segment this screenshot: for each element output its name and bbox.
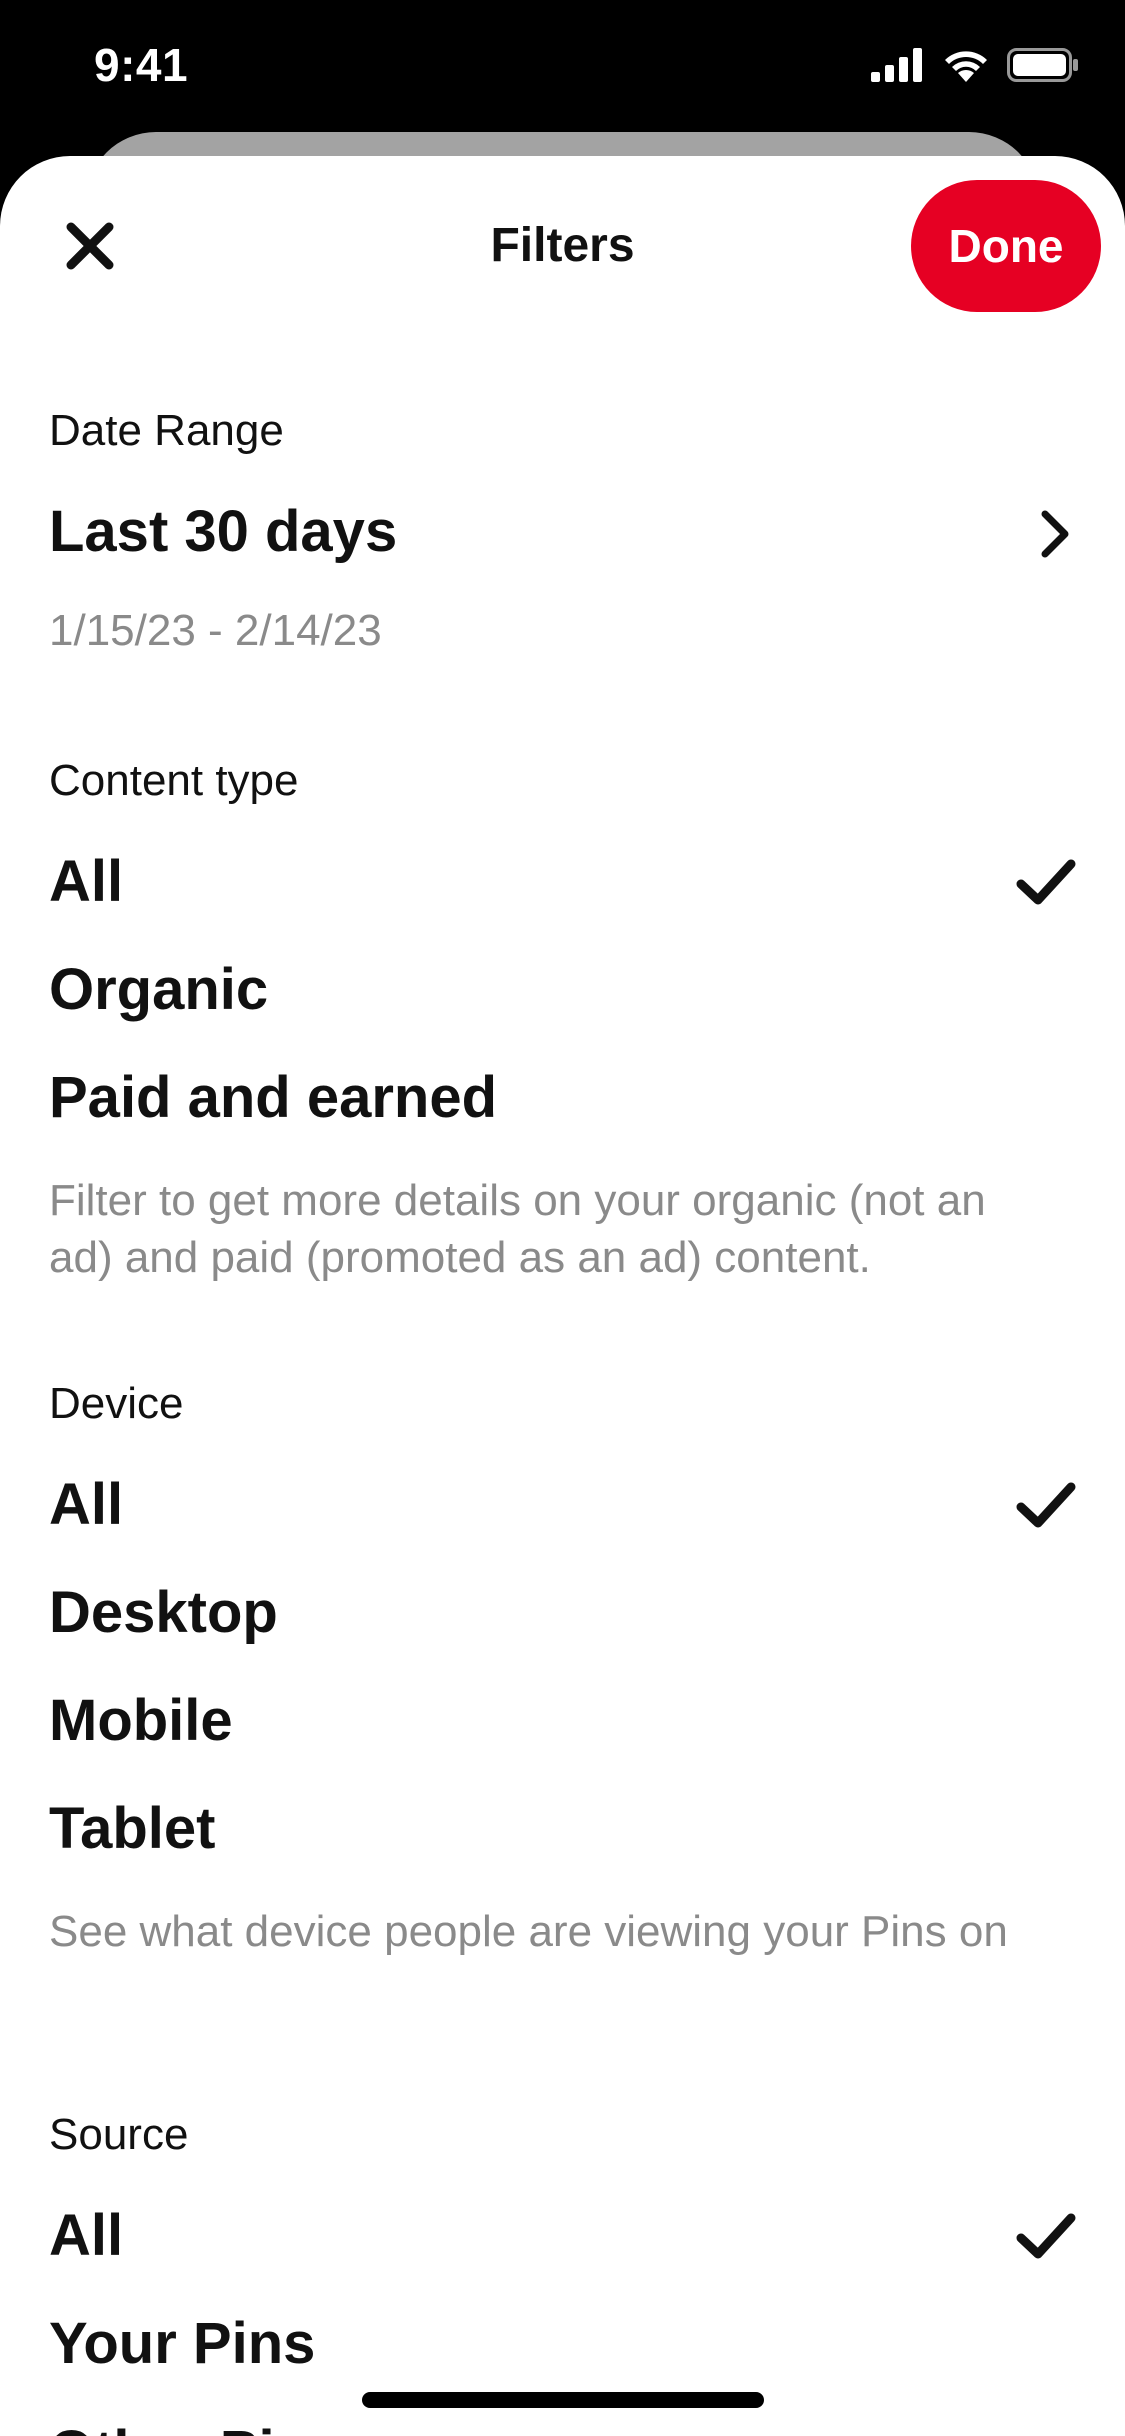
- option-label: All: [49, 849, 124, 914]
- content-type-option-all[interactable]: All: [0, 832, 1125, 932]
- device-option-tablet[interactable]: Tablet: [0, 1779, 1125, 1879]
- content-type-option-paid-and-earned[interactable]: Paid and earned: [0, 1048, 1125, 1148]
- date-range-label: Date Range: [49, 406, 284, 455]
- wifi-icon: [945, 51, 987, 82]
- chevron-right-icon: [1041, 510, 1069, 558]
- status-time: 9:41: [94, 39, 189, 91]
- option-label: Your Pins: [49, 2311, 316, 2376]
- date-range-selector[interactable]: Last 30 days: [0, 482, 1125, 582]
- checkmark-icon: [1016, 859, 1076, 905]
- source-option-your-pins[interactable]: Your Pins: [0, 2294, 1125, 2394]
- device-label: Device: [49, 1379, 184, 1428]
- done-button[interactable]: Done: [911, 180, 1101, 312]
- date-range-value: Last 30 days: [49, 499, 398, 564]
- checkmark-icon: [1016, 1482, 1076, 1528]
- home-indicator[interactable]: [362, 2392, 764, 2408]
- option-label: Mobile: [49, 1688, 233, 1753]
- option-label: All: [49, 2203, 124, 2268]
- device-option-desktop[interactable]: Desktop: [0, 1563, 1125, 1663]
- option-label: All: [49, 1472, 124, 1537]
- device-option-mobile[interactable]: Mobile: [0, 1671, 1125, 1771]
- source-label: Source: [49, 2110, 189, 2159]
- sheet-header: Filters Done: [0, 156, 1125, 336]
- status-bar: 9:41: [0, 0, 1125, 140]
- source-option-all[interactable]: All: [0, 2186, 1125, 2286]
- device-description: See what device people are viewing your …: [49, 1907, 1008, 1956]
- content-type-label: Content type: [49, 756, 299, 805]
- content-type-option-organic[interactable]: Organic: [0, 940, 1125, 1040]
- option-label: Paid and earned: [49, 1065, 498, 1130]
- battery-icon: [1007, 48, 1078, 82]
- checkmark-icon: [1016, 2213, 1076, 2259]
- option-label: Organic: [49, 957, 269, 1022]
- option-label: Other Pins: [49, 2402, 342, 2436]
- status-icons: [871, 48, 1079, 82]
- content-type-description: Filter to get more details on your organ…: [49, 1176, 986, 1282]
- option-label: Desktop: [49, 1580, 278, 1645]
- device-option-all[interactable]: All: [0, 1455, 1125, 1555]
- option-label: Tablet: [49, 1796, 216, 1861]
- date-range-dates: 1/15/23 - 2/14/23: [49, 606, 382, 655]
- filters-sheet: Filters Done Date Range Last 30 days 1/1…: [0, 156, 1125, 2436]
- cellular-signal-icon: [871, 48, 922, 82]
